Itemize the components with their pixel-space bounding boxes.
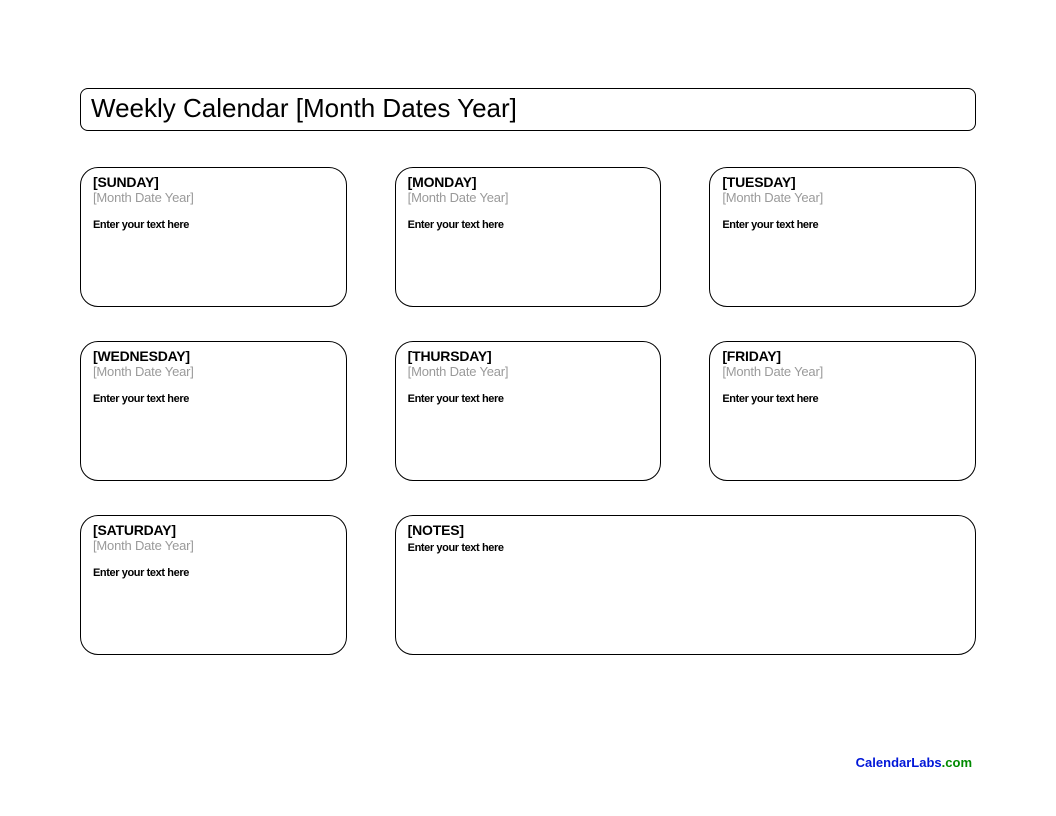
calendar-grid: [SUNDAY] [Month Date Year] Enter your te… [80, 167, 976, 655]
notes-card[interactable]: [NOTES] Enter your text here [395, 515, 976, 655]
day-card-saturday[interactable]: [SATURDAY] [Month Date Year] Enter your … [80, 515, 347, 655]
day-name: [FRIDAY] [722, 348, 963, 364]
day-name: [TUESDAY] [722, 174, 963, 190]
day-card-tuesday[interactable]: [TUESDAY] [Month Date Year] Enter your t… [709, 167, 976, 307]
day-date: [Month Date Year] [722, 364, 963, 379]
day-date: [Month Date Year] [93, 538, 334, 553]
page-title: Weekly Calendar [Month Dates Year] [91, 93, 517, 123]
day-date: [Month Date Year] [93, 364, 334, 379]
page-title-bar: Weekly Calendar [Month Dates Year] [80, 88, 976, 131]
day-name: [MONDAY] [408, 174, 649, 190]
day-card-wednesday[interactable]: [WEDNESDAY] [Month Date Year] Enter your… [80, 341, 347, 481]
day-card-sunday[interactable]: [SUNDAY] [Month Date Year] Enter your te… [80, 167, 347, 307]
day-text[interactable]: Enter your text here [93, 567, 334, 579]
notes-text[interactable]: Enter your text here [408, 542, 963, 554]
day-date: [Month Date Year] [408, 364, 649, 379]
footer-credit[interactable]: CalendarLabs.com [856, 755, 972, 770]
day-date: [Month Date Year] [408, 190, 649, 205]
day-text[interactable]: Enter your text here [408, 219, 649, 231]
day-card-thursday[interactable]: [THURSDAY] [Month Date Year] Enter your … [395, 341, 662, 481]
day-text[interactable]: Enter your text here [722, 393, 963, 405]
day-name: [SUNDAY] [93, 174, 334, 190]
day-text[interactable]: Enter your text here [408, 393, 649, 405]
day-name: [SATURDAY] [93, 522, 334, 538]
day-name: [WEDNESDAY] [93, 348, 334, 364]
day-date: [Month Date Year] [93, 190, 334, 205]
footer-brand: CalendarLabs [856, 755, 942, 770]
day-card-friday[interactable]: [FRIDAY] [Month Date Year] Enter your te… [709, 341, 976, 481]
day-text[interactable]: Enter your text here [93, 219, 334, 231]
day-name: [THURSDAY] [408, 348, 649, 364]
day-card-monday[interactable]: [MONDAY] [Month Date Year] Enter your te… [395, 167, 662, 307]
day-date: [Month Date Year] [722, 190, 963, 205]
footer-suffix: .com [942, 755, 972, 770]
notes-title: [NOTES] [408, 522, 963, 538]
day-text[interactable]: Enter your text here [93, 393, 334, 405]
day-text[interactable]: Enter your text here [722, 219, 963, 231]
